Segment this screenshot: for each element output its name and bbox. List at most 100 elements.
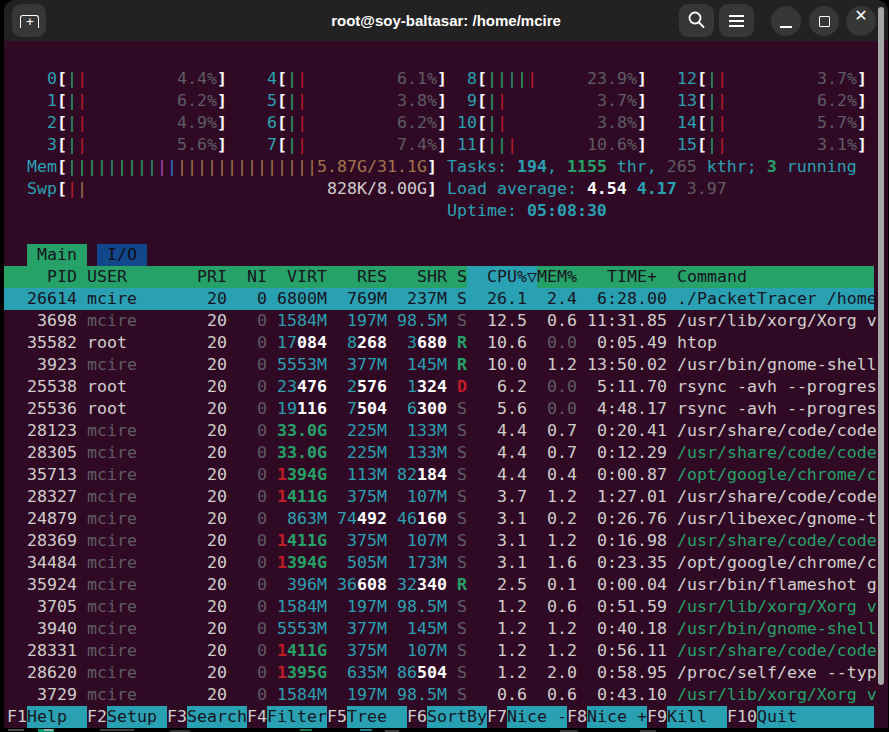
fkey-label[interactable]: Tree bbox=[347, 706, 407, 728]
fkey-key[interactable]: F6 bbox=[407, 706, 427, 728]
cell-res: 8268 bbox=[337, 332, 387, 354]
col-ni[interactable]: NI bbox=[237, 266, 267, 288]
fkey-label[interactable]: Filter bbox=[267, 706, 327, 728]
cell-ni: 0 bbox=[237, 530, 267, 552]
col-mem[interactable]: MEM% bbox=[537, 266, 577, 288]
fkey-key[interactable]: F4 bbox=[247, 706, 267, 728]
cell-virt: 33.0G bbox=[277, 442, 327, 464]
fkey-key[interactable]: F10 bbox=[727, 706, 757, 728]
cell-pri: 20 bbox=[197, 552, 227, 574]
cell-command: /opt/google/chrome/c bbox=[677, 552, 881, 574]
scrollbar[interactable] bbox=[878, 7, 884, 685]
cell-cpu: 1.2 bbox=[487, 662, 527, 684]
process-row[interactable]: 28331mcire2001411G375M107MS1.21.20:56.11… bbox=[4, 640, 888, 662]
search-button[interactable] bbox=[679, 4, 714, 37]
menu-button[interactable] bbox=[719, 4, 754, 37]
fkey-key[interactable]: F5 bbox=[327, 706, 347, 728]
new-tab-button[interactable]: + bbox=[12, 4, 46, 37]
col-time[interactable]: TIME+ bbox=[587, 266, 657, 288]
cell-ni: 0 bbox=[237, 310, 267, 332]
process-row[interactable]: 25538root2002347625761324D6.20.05:11.70r… bbox=[4, 376, 888, 398]
fkey-key[interactable]: F2 bbox=[87, 706, 107, 728]
cell-res: 197M bbox=[337, 684, 387, 706]
process-row[interactable]: 35924mcire200396M3660832340R2.50.10:00.0… bbox=[4, 574, 888, 596]
cell-time: 0:00.04 bbox=[587, 574, 667, 596]
cell-state: S bbox=[457, 662, 467, 684]
cell-res: 36608 bbox=[337, 574, 387, 596]
fkey-label[interactable]: Search bbox=[187, 706, 247, 728]
fkey-label[interactable]: Kill bbox=[667, 706, 727, 728]
col-shr[interactable]: SHR bbox=[397, 266, 447, 288]
cell-time: 0:51.59 bbox=[587, 596, 667, 618]
process-row[interactable]: 3705mcire2001584M197M98.5MS1.20.60:51.59… bbox=[4, 596, 888, 618]
cell-user: root bbox=[87, 398, 177, 420]
col-s[interactable]: S bbox=[457, 266, 467, 288]
process-row[interactable]: 3923mcire2005553M377M145MR10.01.213:50.0… bbox=[4, 354, 888, 376]
fkey-label[interactable]: Help bbox=[27, 706, 87, 728]
col-res[interactable]: RES bbox=[337, 266, 387, 288]
close-button[interactable]: ✕ bbox=[846, 6, 876, 36]
meter-bar: | bbox=[287, 112, 297, 134]
col-pri[interactable]: PRI bbox=[197, 266, 227, 288]
col-pid[interactable]: PID bbox=[7, 266, 77, 288]
cell-command: /usr/share/code/code bbox=[677, 640, 881, 662]
fkey-key[interactable]: F1 bbox=[7, 706, 27, 728]
minimize-icon bbox=[780, 26, 792, 28]
process-row[interactable]: 25536root2001911675046300S5.60.04:48.17r… bbox=[4, 398, 888, 420]
titlebar[interactable]: root@soy-baltasar: /home/mcire + bbox=[4, 0, 888, 41]
cell-ni: 0 bbox=[237, 574, 267, 596]
process-row[interactable]: 3940mcire2005553M377M145MS1.21.20:40.18/… bbox=[4, 618, 888, 640]
fkey-label[interactable]: Setup bbox=[107, 706, 167, 728]
cell-pid: 25538 bbox=[7, 376, 77, 398]
cell-virt: 1395G bbox=[277, 662, 327, 684]
cell-res: 375M bbox=[337, 486, 387, 508]
cell-cpu: 12.5 bbox=[487, 310, 527, 332]
process-row[interactable]: 28123mcire20033.0G225M133MS4.40.70:20.41… bbox=[4, 420, 888, 442]
cell-command: /usr/libexec/gnome-t bbox=[677, 508, 881, 530]
fkey-key[interactable]: F3 bbox=[167, 706, 187, 728]
fkey-key[interactable]: F7 bbox=[487, 706, 507, 728]
process-row[interactable]: 26614mcire2006800M769M237MS26.12.46:28.0… bbox=[4, 288, 888, 310]
process-row[interactable]: 28305mcire20033.0G225M133MS4.40.70:12.29… bbox=[4, 442, 888, 464]
process-row[interactable]: 28620mcire2001395G635M86504S1.22.00:58.9… bbox=[4, 662, 888, 684]
cell-res: 225M bbox=[337, 442, 387, 464]
col-user[interactable]: USER bbox=[87, 266, 177, 288]
process-row[interactable]: 35713mcire2001394G113M82184S4.40.40:00.8… bbox=[4, 464, 888, 486]
meter-bar: | bbox=[717, 134, 727, 156]
fkey-label[interactable]: SortBy bbox=[427, 706, 487, 728]
cell-mem: 0.6 bbox=[537, 310, 577, 332]
process-row[interactable]: 3698mcire2001584M197M98.5MS12.50.611:31.… bbox=[4, 310, 888, 332]
fkey-label[interactable]: Nice - bbox=[507, 706, 567, 728]
maximize-button[interactable] bbox=[809, 6, 839, 36]
tab-main[interactable]: Main bbox=[27, 244, 87, 266]
cell-pri: 20 bbox=[197, 684, 227, 706]
meter-bar: | bbox=[107, 156, 117, 178]
fkey-label[interactable]: Quit bbox=[757, 706, 874, 728]
minimize-button[interactable] bbox=[771, 6, 801, 36]
process-row[interactable]: 35582root2001708482683680R10.60.00:05.49… bbox=[4, 332, 888, 354]
cell-time: 0:40.18 bbox=[587, 618, 667, 640]
cell-cpu: 1.2 bbox=[487, 640, 527, 662]
process-row[interactable]: 28369mcire2001411G375M107MS3.11.20:16.98… bbox=[4, 530, 888, 552]
search-icon bbox=[679, 4, 714, 37]
process-row[interactable]: 3729mcire2001584M197M98.5MS0.60.60:43.10… bbox=[4, 684, 888, 706]
cell-pid: 24879 bbox=[7, 508, 77, 530]
tab-io[interactable]: I/O bbox=[97, 244, 147, 266]
process-row[interactable]: 34484mcire2001394G505M173MS3.11.60:23.35… bbox=[4, 552, 888, 574]
process-row[interactable]: 24879mcire200863M7449246160S3.10.20:26.7… bbox=[4, 508, 888, 530]
cell-user: mcire bbox=[87, 530, 177, 552]
fkey-label[interactable]: Nice + bbox=[587, 706, 647, 728]
col-cpu[interactable]: CPU% bbox=[487, 266, 527, 288]
fkey-key[interactable]: F9 bbox=[647, 706, 667, 728]
maximize-icon bbox=[819, 16, 830, 27]
cell-user: mcire bbox=[87, 508, 177, 530]
cell-time: 0:20.41 bbox=[587, 420, 667, 442]
col-command[interactable]: Command bbox=[677, 266, 881, 288]
col-virt[interactable]: VIRT bbox=[277, 266, 327, 288]
cell-time: 0:00.87 bbox=[587, 464, 667, 486]
process-row[interactable]: 28327mcire2001411G375M107MS3.71.21:27.01… bbox=[4, 486, 888, 508]
cell-virt: 23476 bbox=[277, 376, 327, 398]
mem-meter: Mem[|||||||||||||||||||||||||5.87G/31.1G… bbox=[4, 156, 888, 178]
meter-bar: | bbox=[507, 134, 517, 156]
fkey-key[interactable]: F8 bbox=[567, 706, 587, 728]
